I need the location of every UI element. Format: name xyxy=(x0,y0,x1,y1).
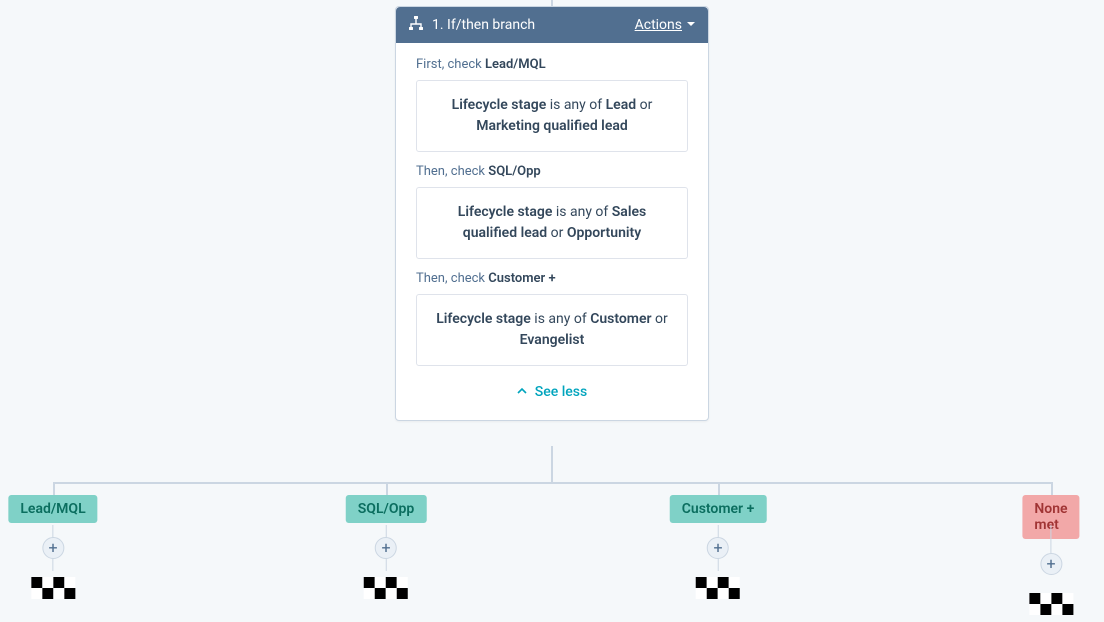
branch-node: SQL/Opp + xyxy=(346,495,427,599)
end-flag-icon xyxy=(364,577,408,599)
branch-chip[interactable]: SQL/Opp xyxy=(346,495,427,523)
section-label: Then, check Customer + xyxy=(416,271,688,286)
actions-label: Actions xyxy=(635,17,682,33)
branch-node: Customer + + xyxy=(670,495,767,599)
section-criteria[interactable]: Lifecycle stage is any of Sales qualifie… xyxy=(416,187,688,259)
section-label: First, check Lead/MQL xyxy=(416,57,688,72)
add-action-button[interactable]: + xyxy=(1040,553,1062,575)
add-action-button[interactable]: + xyxy=(707,537,729,559)
branch-card: 1. If/then branch Actions First, check L… xyxy=(395,6,709,421)
branch-node: None met+ xyxy=(1022,495,1079,615)
card-actions-menu[interactable]: Actions xyxy=(635,17,696,33)
connector-line xyxy=(53,482,1051,484)
connector-line xyxy=(1051,482,1053,496)
workflow-canvas: 1. If/then branch Actions First, check L… xyxy=(0,0,1104,622)
branch-card-header: 1. If/then branch Actions xyxy=(396,7,708,43)
connector-line xyxy=(551,446,553,482)
add-action-button[interactable]: + xyxy=(375,537,397,559)
end-flag-icon xyxy=(31,577,75,599)
branch-card-body: First, check Lead/MQL Lifecycle stage is… xyxy=(396,43,708,420)
connector-line xyxy=(386,482,388,496)
connector-line xyxy=(718,482,720,496)
chevron-up-icon xyxy=(517,384,527,400)
caret-down-icon xyxy=(686,17,696,33)
section-criteria[interactable]: Lifecycle stage is any of Lead or Market… xyxy=(416,80,688,152)
branch-section: Then, check SQL/Opp Lifecycle stage is a… xyxy=(416,164,688,259)
end-flag-icon xyxy=(696,577,740,599)
branch-chip[interactable]: Lead/MQL xyxy=(8,495,97,523)
branch-section: Then, check Customer + Lifecycle stage i… xyxy=(416,271,688,366)
toggle-label: See less xyxy=(535,384,587,400)
branch-node: Lead/MQL + xyxy=(8,495,97,599)
section-label: Then, check SQL/Opp xyxy=(416,164,688,179)
add-action-button[interactable]: + xyxy=(42,537,64,559)
end-flag-icon xyxy=(1029,593,1073,615)
branch-card-title: 1. If/then branch xyxy=(432,17,627,33)
section-criteria[interactable]: Lifecycle stage is any of Customer or Ev… xyxy=(416,294,688,366)
branch-section: First, check Lead/MQL Lifecycle stage is… xyxy=(416,57,688,152)
toggle-collapse[interactable]: See less xyxy=(416,378,688,414)
connector-line xyxy=(53,482,55,496)
branch-chip[interactable]: Customer + xyxy=(670,495,767,523)
branch-type-icon xyxy=(408,15,424,35)
